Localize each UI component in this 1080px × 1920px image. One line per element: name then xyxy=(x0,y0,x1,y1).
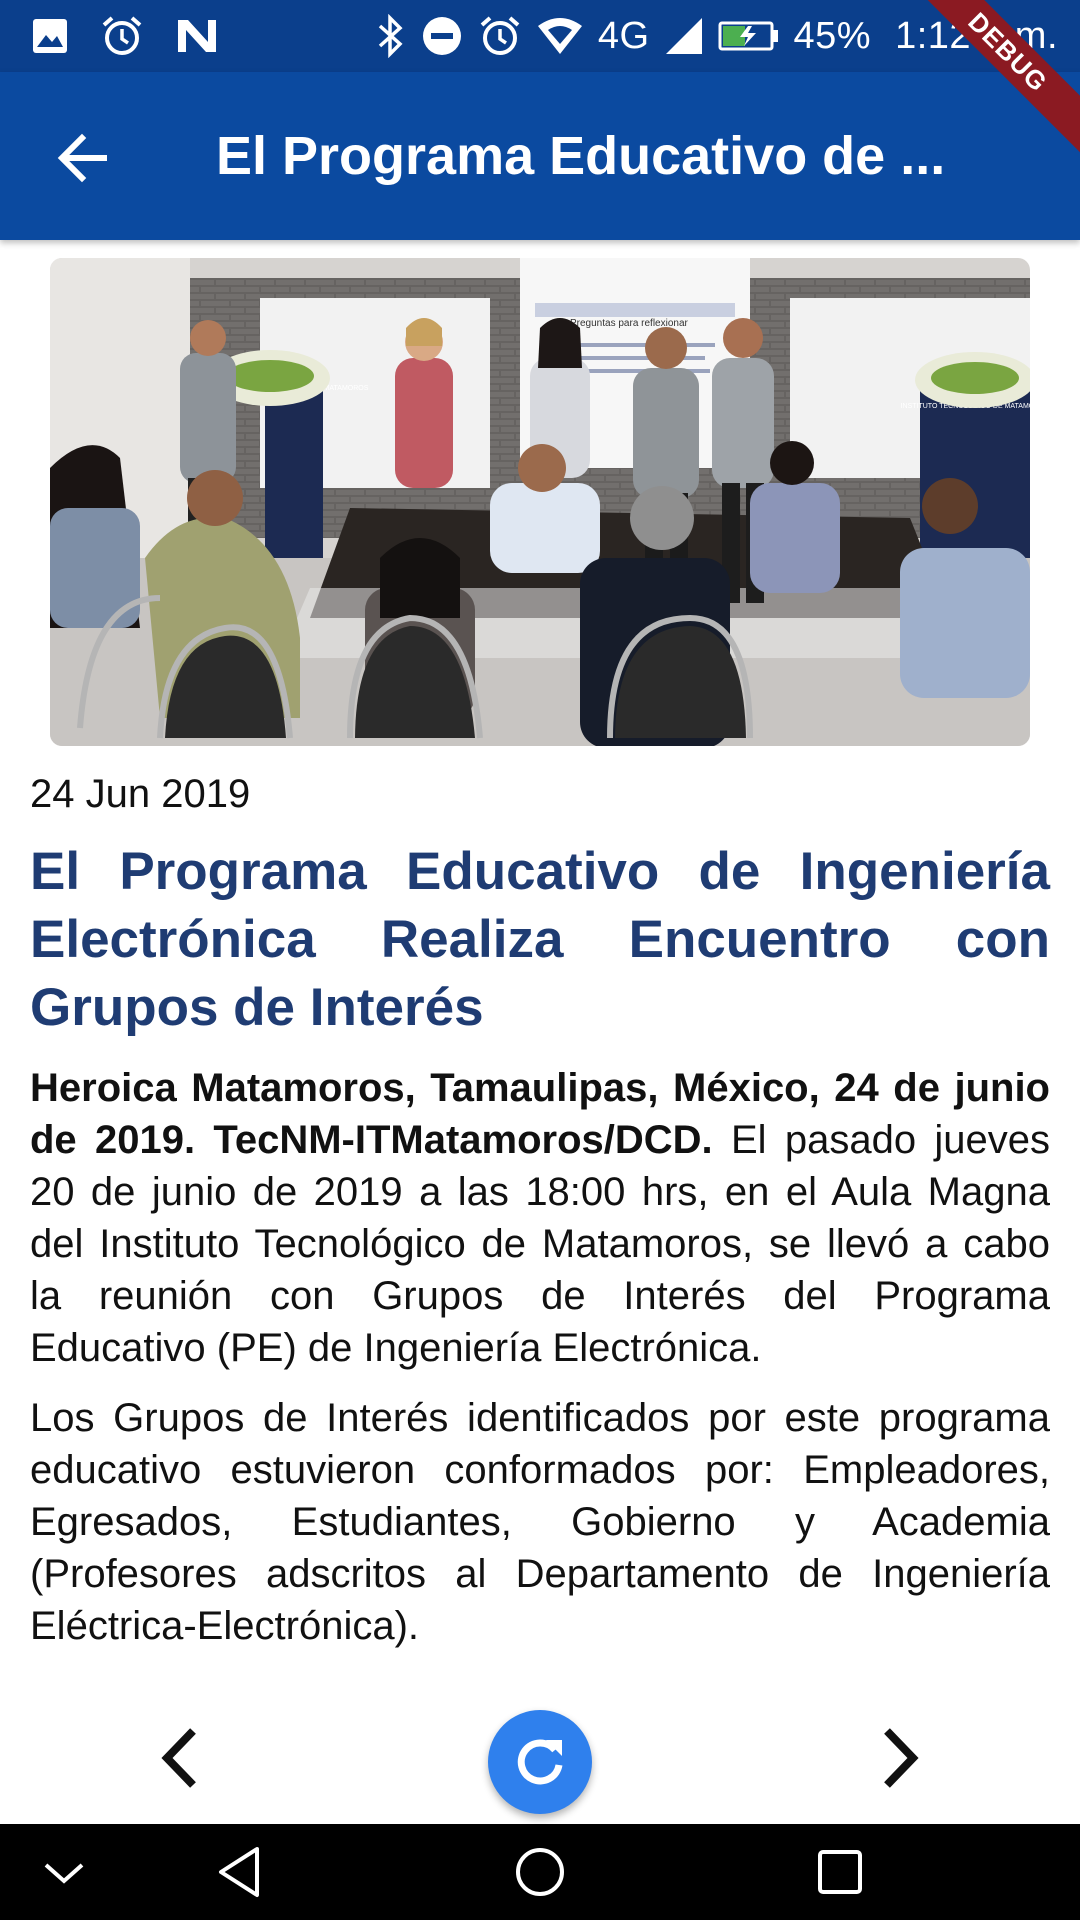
home-circle-icon xyxy=(516,1848,564,1896)
screen-heading: Preguntas para reflexionar xyxy=(570,318,689,329)
screen: 4G 45% 1:12 p.m. DEBUG xyxy=(0,0,1080,1920)
status-left-icons xyxy=(30,14,220,58)
nav-home-button[interactable] xyxy=(512,1844,568,1900)
article-paragraph-1: Heroica Matamoros, Tamaulipas, México, 2… xyxy=(30,1062,1050,1374)
arrow-back-icon xyxy=(57,133,107,183)
chevron-right-icon xyxy=(884,1728,919,1788)
alarm-icon xyxy=(478,14,522,58)
system-nav-bar xyxy=(0,1824,1080,1920)
article-title: El Programa Educativo de Ingeniería Elec… xyxy=(30,842,1050,1037)
recents-square-icon xyxy=(818,1850,862,1894)
chevron-down-icon xyxy=(44,1863,84,1884)
image-icon xyxy=(30,16,70,56)
back-button[interactable] xyxy=(50,126,114,190)
nav-recents-button[interactable] xyxy=(812,1844,868,1900)
wifi-icon xyxy=(536,16,584,56)
alarm-icon xyxy=(100,14,144,58)
bluetooth-icon xyxy=(376,14,406,58)
status-bar: 4G 45% 1:12 p.m. DEBUG xyxy=(0,0,1080,173)
article-date: 24 Jun 2019 xyxy=(30,772,251,816)
nav-back-button[interactable] xyxy=(212,1844,268,1900)
n-icon xyxy=(174,16,220,56)
app-bar-title: El Programa Educativo de ... xyxy=(216,126,946,186)
article-body: Heroica Matamoros, Tamaulipas, México, 2… xyxy=(30,1062,1050,1670)
next-article-button[interactable] xyxy=(870,1718,930,1798)
refresh-icon xyxy=(517,1739,563,1785)
battery-level: 45% xyxy=(793,15,872,57)
article-paragraph-2: Los Grupos de Interés identificados por … xyxy=(30,1396,1050,1648)
chevron-left-icon xyxy=(161,1728,196,1788)
app-bar: El Programa Educativo de ... xyxy=(0,72,1080,240)
signal-icon xyxy=(664,16,704,56)
network-type: 4G xyxy=(597,15,650,57)
nav-hide-button[interactable] xyxy=(36,1844,92,1900)
pager-bar xyxy=(0,1690,1080,1824)
previous-article-button[interactable] xyxy=(150,1718,210,1798)
back-triangle-icon xyxy=(219,1847,259,1897)
article-content[interactable]: Preguntas para reflexionar INSTITUTO TEC… xyxy=(0,240,1080,1824)
battery-charging-icon xyxy=(718,19,780,53)
refresh-button[interactable] xyxy=(488,1710,592,1814)
article-image: Preguntas para reflexionar INSTITUTO TEC… xyxy=(50,258,1030,746)
do-not-disturb-icon xyxy=(420,14,464,58)
